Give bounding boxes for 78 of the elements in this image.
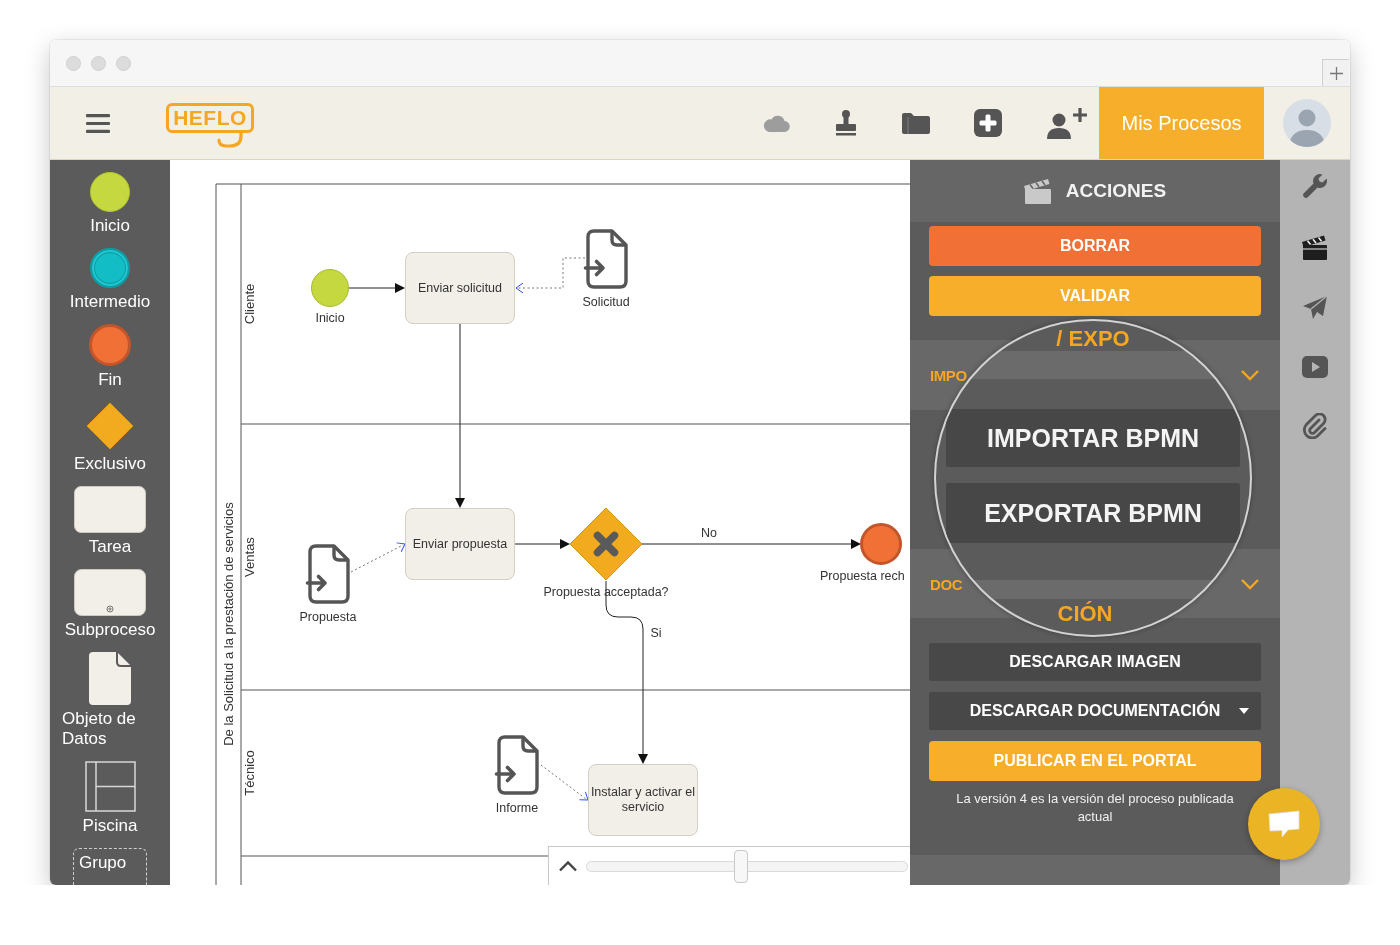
wrench-icon[interactable] <box>1302 173 1328 199</box>
section-title[interactable]: IMPO <box>930 366 967 384</box>
folder-icon[interactable] <box>902 112 930 134</box>
document-icon <box>307 544 351 604</box>
pool-label: De la Solicitud a la prestación de servicios <box>220 502 236 746</box>
document-icon <box>496 735 540 795</box>
zoom-slider[interactable] <box>586 849 908 883</box>
x-mark-icon <box>593 531 619 557</box>
action-button[interactable]: DESCARGAR IMAGEN <box>929 643 1261 681</box>
chevron-down-icon[interactable] <box>1240 578 1260 590</box>
intermediate-event-icon[interactable] <box>90 248 130 288</box>
flow-label: Si <box>650 626 662 641</box>
cloud-icon[interactable] <box>762 114 790 132</box>
magnified-button[interactable]: IMPORTAR BPMN <box>946 409 1240 467</box>
section-title-fragment: CIÓN <box>1057 602 1113 625</box>
speech-bubble-icon <box>1267 810 1301 838</box>
action-button[interactable]: DESCARGAR DOCUMENTACIÓN <box>929 692 1261 730</box>
task-node: Enviar solicitud <box>405 252 515 324</box>
new-tab-button[interactable] <box>1322 59 1349 86</box>
flow-label: No <box>701 526 717 541</box>
palette-label: Exclusivo <box>74 454 146 474</box>
caret-down-icon <box>1239 708 1249 714</box>
section-title-fragment: / EXPO <box>1056 327 1130 350</box>
lane-label: Técnico <box>241 750 257 796</box>
task-node: Enviar propuesta <box>405 508 515 580</box>
palette-label: Objeto de Datos <box>62 709 137 749</box>
lane-label: Ventas <box>241 537 257 577</box>
palette-label: Fin <box>98 370 122 390</box>
document-icon <box>585 229 629 289</box>
magnified-button[interactable]: EXPORTAR BPMN <box>946 483 1240 543</box>
version-note: La versión 4 es la versión del proceso publicada actual <box>955 790 1235 826</box>
section-title[interactable]: DOC <box>930 575 963 593</box>
chevron-down-icon[interactable] <box>1240 369 1260 381</box>
end-event-node <box>860 523 902 565</box>
chevron-up-icon[interactable] <box>558 860 578 872</box>
node-label: Propuesta acceptada? <box>543 585 669 600</box>
subprocess-icon[interactable] <box>74 569 146 616</box>
clapperboard-icon <box>1023 178 1052 204</box>
node-label: Propuesta <box>299 610 357 625</box>
avatar[interactable] <box>1283 99 1331 147</box>
pool-icon[interactable] <box>84 761 136 812</box>
sequence-flow-arrow <box>514 539 570 549</box>
menu-icon[interactable] <box>86 113 110 133</box>
panel-title: ACCIONES <box>1065 180 1167 202</box>
start-event-icon[interactable] <box>90 172 130 212</box>
node-label: Propuesta rech <box>820 569 905 584</box>
task-node: Instalar y activar el servicio <box>588 764 698 836</box>
palette-label: Subproceso <box>64 620 156 640</box>
lane-label: Cliente <box>241 283 257 325</box>
group-tool[interactable]: Grupo <box>73 848 147 885</box>
association-arrow <box>515 257 586 294</box>
end-event-icon[interactable] <box>89 324 131 366</box>
add-user-icon[interactable] <box>1046 107 1088 139</box>
gateway-icon[interactable] <box>86 402 134 450</box>
play-icon[interactable] <box>1302 356 1328 378</box>
clapperboard-icon[interactable] <box>1302 234 1328 260</box>
paperclip-icon[interactable] <box>1302 413 1328 439</box>
action-button[interactable]: PUBLICAR EN EL PORTAL <box>929 741 1261 781</box>
action-button[interactable]: VALIDAR <box>929 276 1261 316</box>
plus-icon <box>1329 66 1343 80</box>
start-event-node <box>311 269 349 307</box>
node-label: Informe <box>495 801 539 816</box>
action-button[interactable]: BORRAR <box>929 226 1261 266</box>
paper-plane-icon[interactable] <box>1302 295 1328 321</box>
data-object-icon[interactable] <box>89 652 131 705</box>
stamp-icon[interactable] <box>834 110 858 136</box>
my-processes-button[interactable]: Mis Procesos <box>1099 87 1264 159</box>
slider-thumb[interactable] <box>733 849 748 883</box>
palette-label: Piscina <box>82 816 138 836</box>
association-arrow <box>540 764 589 801</box>
sequence-flow-arrow <box>348 283 405 293</box>
node-label: Solicitud <box>582 295 630 310</box>
association-arrow <box>350 542 406 573</box>
add-icon[interactable] <box>974 109 1002 137</box>
node-label: Inicio <box>315 311 345 326</box>
palette-label: Intermedio <box>69 292 151 312</box>
palette-label: Inicio <box>90 216 130 236</box>
palette-label: Tarea <box>88 537 132 557</box>
